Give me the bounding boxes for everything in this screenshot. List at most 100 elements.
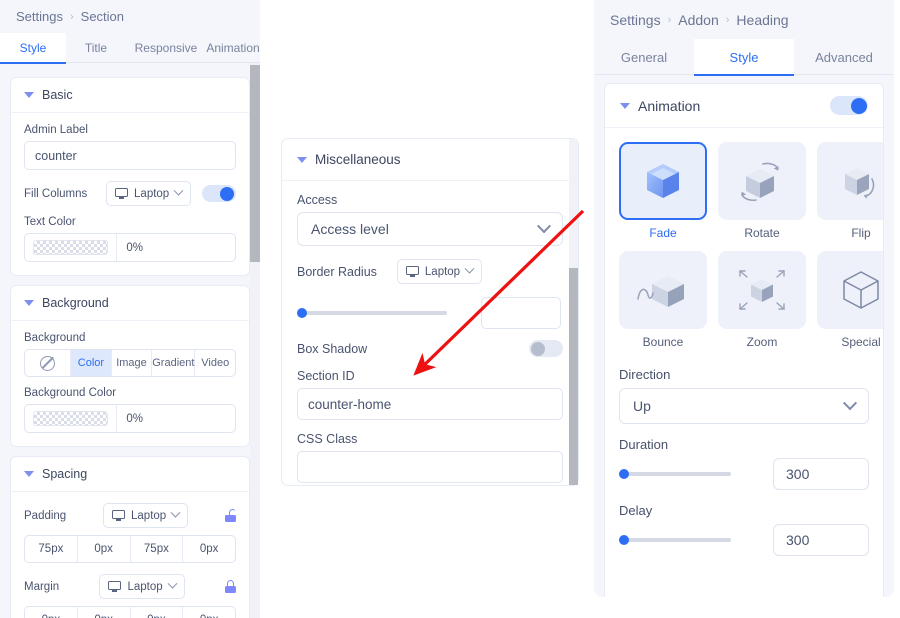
animation-option-rotate[interactable]: Rotate xyxy=(718,142,806,240)
slider-handle[interactable] xyxy=(297,308,307,318)
section-animation-body: Fade Rotate Flip Bounce Zoom Special Dir… xyxy=(605,128,883,556)
tab-title[interactable]: Title xyxy=(66,33,126,63)
padding-inputs[interactable]: 75px 0px 75px 0px xyxy=(24,535,236,563)
section-background-title: Background xyxy=(42,296,109,310)
tab-advanced[interactable]: Advanced xyxy=(794,39,894,75)
animation-option-fade-box[interactable] xyxy=(619,142,707,220)
chevron-down-icon xyxy=(170,507,181,518)
breadcrumb-item-heading[interactable]: Heading xyxy=(736,12,788,28)
text-color-swatch-cell[interactable] xyxy=(25,234,118,261)
padding-right-input[interactable]: 0px xyxy=(78,536,131,562)
background-color-control[interactable]: 0% xyxy=(24,404,236,433)
collapse-caret-icon xyxy=(620,102,630,109)
animation-option-special-box[interactable] xyxy=(817,251,883,329)
tab-style[interactable]: Style xyxy=(694,39,794,76)
delay-input[interactable]: 300 xyxy=(773,524,869,556)
border-radius-device-select[interactable]: Laptop xyxy=(396,259,483,284)
section-animation-header[interactable]: Animation xyxy=(605,84,883,128)
slider-handle[interactable] xyxy=(619,535,629,545)
tab-responsive-label: Responsive xyxy=(134,41,198,55)
fill-columns-device-select[interactable]: Laptop xyxy=(106,181,192,206)
padding-top-input[interactable]: 75px xyxy=(25,536,78,562)
animation-option-special[interactable]: Special xyxy=(817,251,883,349)
cube-flip-icon xyxy=(845,168,875,199)
padding-label: Padding xyxy=(24,509,67,522)
animation-option-rotate-box[interactable] xyxy=(718,142,806,220)
animation-option-zoom-box[interactable] xyxy=(718,251,806,329)
tab-style[interactable]: Style xyxy=(0,33,66,64)
no-background-icon xyxy=(40,355,56,371)
margin-inputs[interactable]: 0px 0px 0px 0px xyxy=(24,606,236,618)
animation-toggle[interactable] xyxy=(830,96,868,115)
margin-right-input[interactable]: 0px xyxy=(78,607,131,618)
section-miscellaneous-title: Miscellaneous xyxy=(315,152,401,167)
tab-animation[interactable]: Animation xyxy=(206,33,260,63)
background-type-segmented[interactable]: Color Image Gradient Video xyxy=(24,349,236,377)
background-color-swatch-cell[interactable] xyxy=(25,405,118,432)
background-label: Background xyxy=(24,332,86,344)
animation-option-flip[interactable]: Flip xyxy=(817,142,883,240)
tab-title-label: Title xyxy=(84,41,108,55)
animation-option-fade[interactable]: Fade xyxy=(619,142,707,240)
background-type-image[interactable]: Image xyxy=(112,350,153,376)
middle-settings-panel: Miscellaneous Access Access level Border… xyxy=(281,138,579,486)
margin-lock-icon[interactable] xyxy=(225,580,236,593)
background-color-opacity-value[interactable]: 0% xyxy=(117,405,235,432)
animation-option-zoom[interactable]: Zoom xyxy=(718,251,806,349)
section-spacing-header[interactable]: Spacing xyxy=(11,457,249,492)
section-background-header[interactable]: Background xyxy=(11,286,249,321)
margin-bottom-input[interactable]: 0px xyxy=(131,607,184,618)
margin-top-input[interactable]: 0px xyxy=(25,607,78,618)
collapse-caret-icon xyxy=(24,92,34,98)
breadcrumb-separator-icon: › xyxy=(667,13,672,26)
border-radius-slider[interactable] xyxy=(297,308,447,318)
border-radius-label: Border Radius xyxy=(297,264,377,279)
animation-option-bounce[interactable]: Bounce xyxy=(619,251,707,349)
animation-option-flip-box[interactable] xyxy=(817,142,883,220)
section-basic-header[interactable]: Basic xyxy=(11,78,249,113)
background-type-video[interactable]: Video xyxy=(195,350,235,376)
breadcrumb-item-section[interactable]: Section xyxy=(81,9,124,24)
background-type-color[interactable]: Color xyxy=(71,350,112,376)
margin-device-label: Laptop xyxy=(127,580,163,593)
breadcrumb-item-settings[interactable]: Settings xyxy=(16,9,63,24)
margin-left-input[interactable]: 0px xyxy=(183,607,235,618)
access-select[interactable]: Access level xyxy=(297,212,563,246)
left-panel-scrollbar-thumb[interactable] xyxy=(250,65,260,262)
background-type-gradient[interactable]: Gradient xyxy=(152,350,196,376)
direction-select[interactable]: Up xyxy=(619,388,869,424)
delay-slider[interactable] xyxy=(619,535,731,545)
section-id-input[interactable]: counter-home xyxy=(297,388,563,420)
padding-device-select[interactable]: Laptop xyxy=(103,503,189,528)
color-swatch-transparent-icon xyxy=(33,411,109,426)
css-class-input[interactable] xyxy=(297,451,563,483)
text-color-opacity-value[interactable]: 0% xyxy=(117,234,235,261)
background-type-none[interactable] xyxy=(25,350,72,376)
margin-device-select[interactable]: Laptop xyxy=(99,574,185,599)
tab-general[interactable]: General xyxy=(594,39,694,75)
fill-columns-toggle[interactable] xyxy=(201,185,236,202)
padding-lock-icon[interactable] xyxy=(225,509,236,522)
duration-input[interactable]: 300 xyxy=(773,458,869,490)
section-miscellaneous-header[interactable]: Miscellaneous xyxy=(282,139,578,181)
chevron-down-icon xyxy=(536,219,552,234)
admin-label-input[interactable]: counter xyxy=(24,141,236,170)
breadcrumb-item-addon[interactable]: Addon xyxy=(678,12,718,28)
duration-label: Duration xyxy=(619,437,669,452)
middle-panel-scrollbar-thumb[interactable] xyxy=(569,268,578,485)
duration-slider[interactable] xyxy=(619,469,731,479)
box-shadow-toggle[interactable] xyxy=(529,340,563,357)
monitor-icon xyxy=(108,581,122,592)
padding-left-input[interactable]: 0px xyxy=(183,536,235,562)
slider-handle[interactable] xyxy=(619,469,629,479)
animation-option-bounce-box[interactable] xyxy=(619,251,707,329)
breadcrumb-separator-icon: › xyxy=(69,10,74,23)
text-color-control[interactable]: 0% xyxy=(24,233,236,262)
breadcrumb-item-settings[interactable]: Settings xyxy=(610,12,661,28)
section-basic: Basic Admin Label counter Fill Columns L… xyxy=(10,77,250,276)
border-radius-input[interactable] xyxy=(481,297,561,329)
tab-responsive[interactable]: Responsive xyxy=(126,33,206,63)
collapse-caret-icon xyxy=(297,156,307,163)
padding-bottom-input[interactable]: 75px xyxy=(131,536,184,562)
access-label: Access xyxy=(297,193,338,207)
